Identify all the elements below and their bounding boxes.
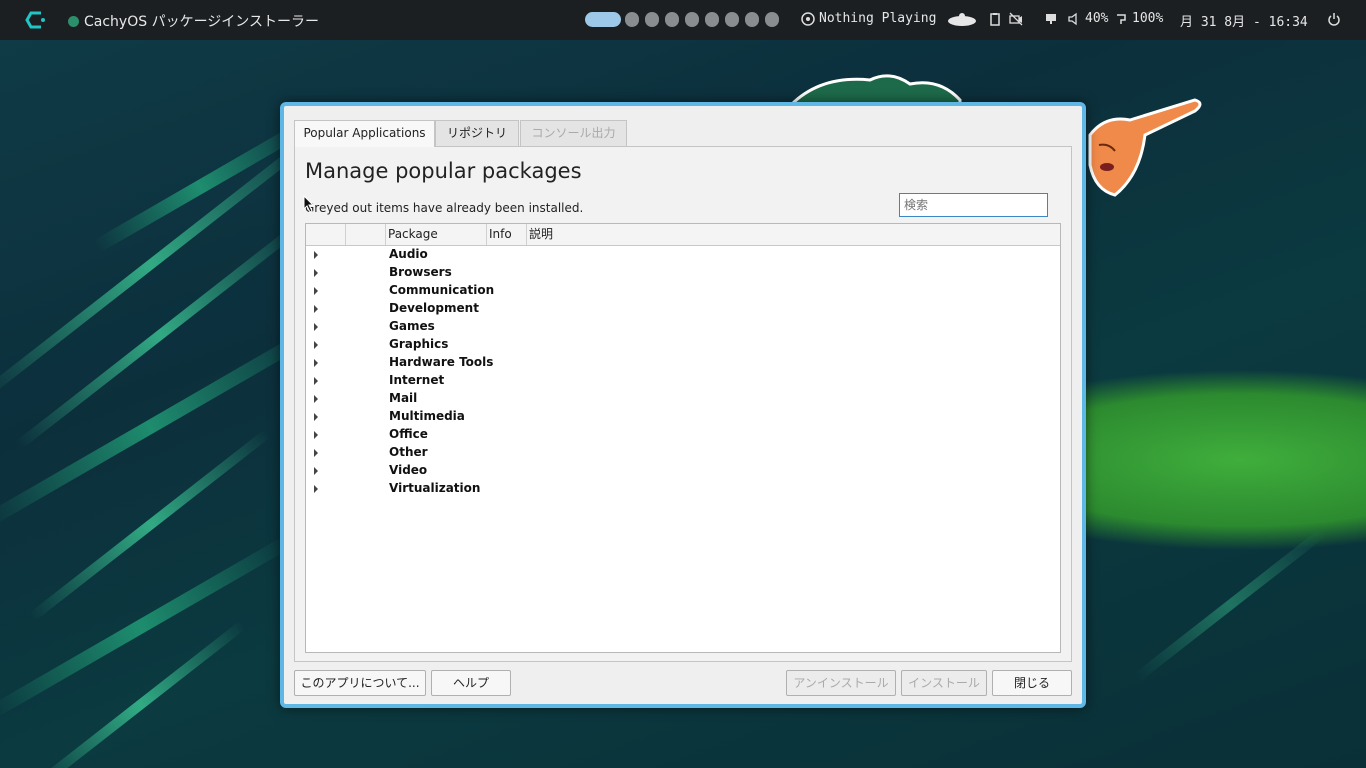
expand-arrow-icon[interactable] (314, 449, 318, 457)
weather-icon[interactable] (946, 12, 978, 26)
category-label: Video (389, 463, 428, 477)
page-title: Manage popular packages (305, 159, 582, 183)
installed-hint: Greyed out items have already been insta… (305, 201, 584, 215)
wallpaper-streak (1132, 527, 1328, 683)
uninstall-button: アンインストール (786, 670, 896, 696)
camera-off-icon[interactable] (1009, 12, 1023, 26)
column-header-expander[interactable] (306, 224, 346, 245)
workspace-6[interactable] (705, 12, 719, 27)
network-wired-icon[interactable] (1044, 12, 1058, 26)
wallpaper-streak (34, 621, 246, 768)
column-header-description[interactable]: 説明 (527, 224, 1060, 245)
category-label: Development (389, 301, 479, 315)
tree-row-category[interactable]: Development (306, 300, 1060, 318)
tab-popular-applications[interactable]: Popular Applications (294, 120, 435, 147)
tab-console-output: コンソール出力 (520, 120, 627, 146)
music-icon[interactable] (801, 12, 815, 26)
workspace-2[interactable] (625, 12, 639, 27)
tree-row-category[interactable]: Communication (306, 282, 1060, 300)
tree-row-category[interactable]: Office (306, 426, 1060, 444)
workspace-5[interactable] (685, 12, 699, 27)
category-label: Multimedia (389, 409, 465, 423)
category-label: Mail (389, 391, 418, 405)
wallpaper-streak (92, 120, 308, 254)
battery-plug-icon[interactable] (1114, 12, 1128, 26)
wallpaper-character (1088, 98, 1202, 197)
wallpaper-character-hair (790, 74, 962, 106)
tree-row-category[interactable]: Virtualization (306, 480, 1060, 498)
active-window-label: CachyOS パッケージインストーラー (84, 14, 320, 30)
workspace-4[interactable] (665, 12, 679, 27)
category-label: Virtualization (389, 481, 481, 495)
workspace-7[interactable] (725, 12, 739, 27)
search-input[interactable] (899, 193, 1048, 217)
tree-row-category[interactable]: Audio (306, 246, 1060, 264)
app-icon (68, 16, 79, 27)
expand-arrow-icon[interactable] (314, 305, 318, 313)
install-button: インストール (901, 670, 987, 696)
column-header-info[interactable]: Info (487, 224, 527, 245)
tree-row-category[interactable]: Other (306, 444, 1060, 462)
tree-row-category[interactable]: Games (306, 318, 1060, 336)
category-label: Internet (389, 373, 445, 387)
tree-row-category[interactable]: Internet (306, 372, 1060, 390)
wallpaper-streak (0, 535, 291, 719)
workspace-8[interactable] (745, 12, 759, 27)
category-label: Games (389, 319, 435, 333)
close-button[interactable]: 閉じる (992, 670, 1072, 696)
active-window-title: CachyOS パッケージインストーラー (68, 11, 319, 31)
tree-row-category[interactable]: Graphics (306, 336, 1060, 354)
category-label: Office (389, 427, 428, 441)
column-header-check[interactable] (346, 224, 386, 245)
volume-icon[interactable] (1067, 12, 1081, 26)
media-status[interactable]: Nothing Playing (819, 11, 936, 26)
expand-arrow-icon[interactable] (314, 431, 318, 439)
volume-level[interactable]: 40% (1085, 11, 1108, 26)
category-label: Audio (389, 247, 428, 261)
tree-row-category[interactable]: Hardware Tools (306, 354, 1060, 372)
top-panel: CachyOS パッケージインストーラー Nothing Playing 40%… (0, 0, 1366, 40)
tab-repository[interactable]: リポジトリ (435, 120, 519, 146)
expand-arrow-icon[interactable] (314, 287, 318, 295)
wallpaper-streak (28, 428, 272, 622)
expand-arrow-icon[interactable] (314, 485, 318, 493)
workspace-1[interactable] (585, 12, 621, 27)
tree-row-category[interactable]: Browsers (306, 264, 1060, 282)
expand-arrow-icon[interactable] (314, 467, 318, 475)
expand-arrow-icon[interactable] (314, 269, 318, 277)
category-label: Hardware Tools (389, 355, 494, 369)
cachyos-logo-icon[interactable] (24, 9, 46, 31)
clock[interactable]: 月 31 8月 - 16:34 (1180, 11, 1308, 30)
category-label: Browsers (389, 265, 452, 279)
expand-arrow-icon[interactable] (314, 341, 318, 349)
expand-arrow-icon[interactable] (314, 377, 318, 385)
expand-arrow-icon[interactable] (314, 413, 318, 421)
tree-row-category[interactable]: Multimedia (306, 408, 1060, 426)
about-button[interactable]: このアプリについて... (294, 670, 426, 696)
help-button[interactable]: ヘルプ (431, 670, 511, 696)
category-label: Other (389, 445, 428, 459)
package-installer-dialog: Popular Applications リポジトリ コンソール出力 Manag… (280, 102, 1086, 708)
workspace-9[interactable] (765, 12, 779, 27)
expand-arrow-icon[interactable] (314, 323, 318, 331)
tree-row-category[interactable]: Video (306, 462, 1060, 480)
column-header-package[interactable]: Package (386, 224, 487, 245)
expand-arrow-icon[interactable] (314, 251, 318, 259)
category-label: Communication (389, 283, 495, 297)
expand-arrow-icon[interactable] (314, 359, 318, 367)
tree-header: Package Info 説明 (306, 224, 1060, 246)
category-label: Graphics (389, 337, 449, 351)
battery-level[interactable]: 100% (1132, 11, 1163, 26)
mouse-cursor-icon (303, 195, 315, 213)
expand-arrow-icon[interactable] (314, 395, 318, 403)
package-tree[interactable]: Package Info 説明 Audio Browsers Communicati… (305, 223, 1061, 653)
popular-applications-pane: Manage popular packages Greyed out items… (294, 146, 1072, 662)
tree-row-category[interactable]: Mail (306, 390, 1060, 408)
workspace-3[interactable] (645, 12, 659, 27)
clipboard-icon[interactable] (988, 12, 1002, 26)
power-icon[interactable] (1327, 12, 1341, 26)
